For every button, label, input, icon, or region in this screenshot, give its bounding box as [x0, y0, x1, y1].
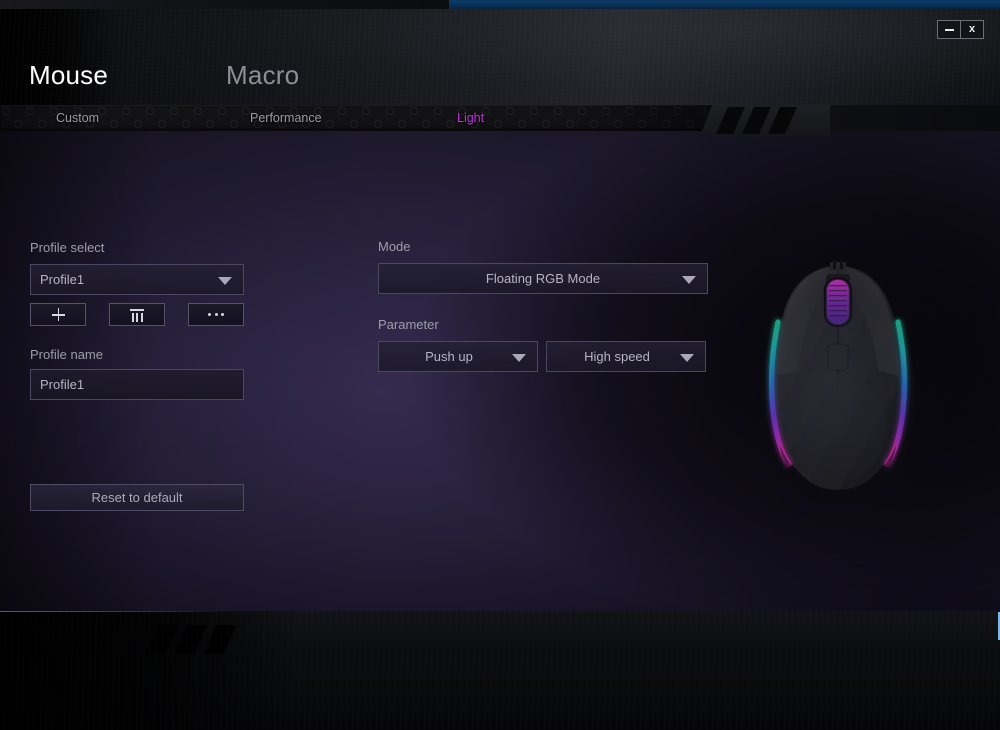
bottom-slash-decoration: [126, 625, 256, 656]
sub-tab-hex-texture: [0, 105, 712, 131]
chevron-down-icon: [512, 353, 526, 362]
parameter-label: Parameter: [378, 317, 439, 332]
profile-select-label: Profile select: [30, 240, 105, 255]
bottom-slash-2: [174, 625, 208, 654]
chevron-down-icon: [218, 276, 232, 285]
slash-3: [767, 107, 798, 134]
parameter-speed-dropdown[interactable]: High speed: [546, 341, 706, 372]
minimize-icon: [944, 28, 954, 31]
more-options-button[interactable]: [188, 303, 244, 326]
profile-name-value: Profile1: [40, 377, 85, 392]
desktop-dark-segment: [0, 0, 449, 9]
mode-label: Mode: [378, 239, 411, 254]
sub-tab-custom[interactable]: Custom: [56, 110, 99, 126]
mode-value: Floating RGB Mode: [485, 271, 601, 286]
chevron-down-icon: [680, 353, 694, 362]
sub-tab-performance[interactable]: Performance: [250, 110, 322, 126]
bottom-slash-3: [203, 625, 237, 654]
tab-mouse[interactable]: Mouse: [29, 62, 108, 88]
ellipsis-icon: [208, 313, 224, 316]
minimize-button[interactable]: [938, 21, 960, 38]
reset-to-default-button[interactable]: Reset to default: [30, 484, 244, 511]
plus-icon: [51, 308, 65, 321]
profile-name-input[interactable]: Profile1: [30, 369, 244, 400]
chevron-down-icon: [682, 275, 696, 284]
bottom-slash-1: [145, 625, 179, 654]
content-panel: Profile select Profile1 Profile name Pro…: [0, 131, 1000, 611]
profile-name-label: Profile name: [30, 347, 103, 362]
reset-to-default-label: Reset to default: [91, 490, 183, 505]
mode-dropdown[interactable]: Floating RGB Mode: [378, 263, 708, 294]
slash-2: [741, 107, 772, 134]
close-button[interactable]: x: [960, 21, 983, 38]
sub-tab-bar: Custom Performance Light: [0, 105, 1000, 136]
sub-tab-light[interactable]: Light: [457, 110, 484, 126]
slash-1: [715, 107, 746, 134]
desktop-blue-segment: [449, 0, 1000, 9]
tab-macro[interactable]: Macro: [226, 62, 299, 88]
application-window: x Mouse Macro Custom Performance Light P…: [0, 0, 1000, 730]
main-tab-bar: Mouse Macro: [0, 62, 299, 106]
trash-icon: [130, 308, 144, 322]
profile-select-value: Profile1: [40, 272, 85, 287]
mouse-preview: [696, 208, 986, 558]
window-controls: x: [937, 20, 984, 39]
sub-tab-slash-decoration: [700, 105, 830, 136]
close-icon: x: [968, 23, 976, 35]
bottom-bar: [0, 611, 1000, 730]
mouse-preview-glow: [696, 208, 986, 558]
add-profile-button[interactable]: [30, 303, 86, 326]
delete-profile-button[interactable]: [109, 303, 165, 326]
desktop-backdrop-strip: [0, 0, 1000, 9]
parameter-direction-dropdown[interactable]: Push up: [378, 341, 538, 372]
bottom-bar-hairline: [0, 611, 233, 612]
sub-tab-bar-tail: [826, 105, 1000, 131]
profile-select-dropdown[interactable]: Profile1: [30, 264, 244, 295]
